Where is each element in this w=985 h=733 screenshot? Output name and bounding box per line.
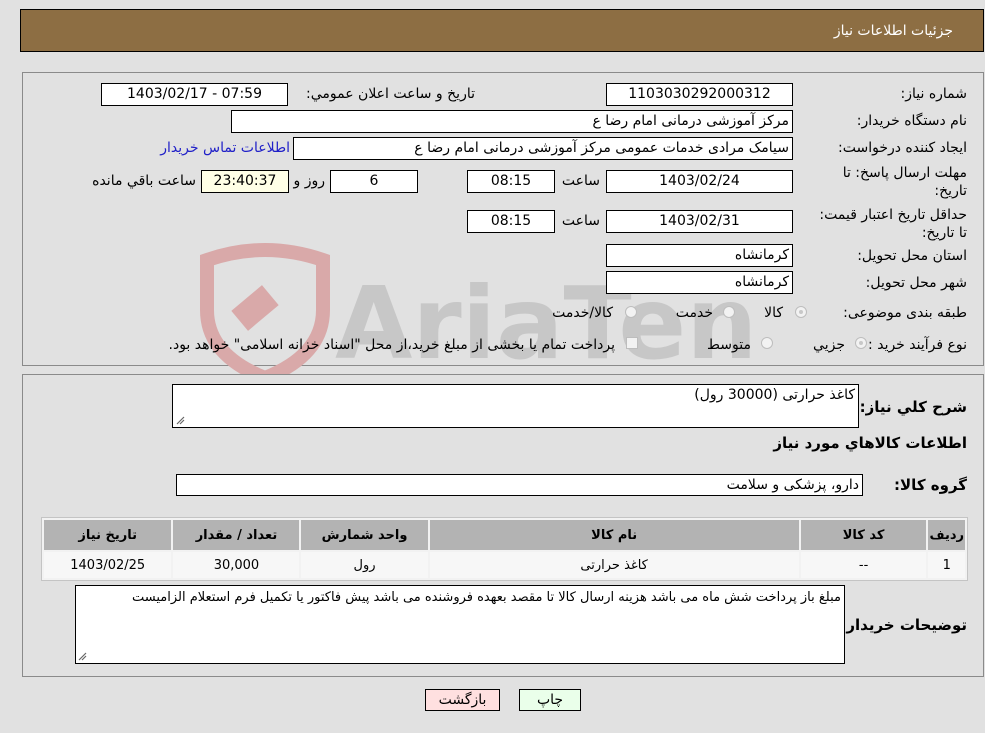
resize-handle-icon[interactable] bbox=[77, 651, 87, 661]
process-option-medium: متوسط bbox=[707, 337, 751, 353]
process-radio-minor[interactable] bbox=[855, 337, 867, 349]
reply-time-field: 08:15 bbox=[467, 170, 555, 193]
description-textarea[interactable]: کاغذ حرارتی (30000 رول) bbox=[172, 384, 859, 428]
reply-deadline-label: مهلت ارسال پاسخ: تا تاریخ: bbox=[842, 165, 967, 199]
col-code: کد کالا bbox=[800, 520, 927, 550]
goods-info-title: اطلاعات کالاهاي مورد نياز bbox=[773, 434, 967, 452]
days-label: روز و bbox=[293, 173, 326, 189]
category-option-goods-service: کالا/خدمت bbox=[552, 305, 613, 321]
category-option-service: خدمت bbox=[675, 305, 713, 321]
buyer-notes-text: مبلغ باز پرداخت شش ماه می باشد هزینه ارس… bbox=[131, 590, 841, 605]
price-validity-time-field: 08:15 bbox=[467, 210, 555, 233]
category-radio-goods[interactable] bbox=[795, 306, 807, 318]
reply-time-label: ساعت bbox=[561, 173, 600, 189]
treasury-note: پرداخت تمام یا بخشی از مبلغ خرید،از محل … bbox=[168, 337, 615, 353]
province-label: استان محل تحویل: bbox=[857, 248, 967, 264]
creator-field: سیامک مرادی خدمات عمومی مرکز آموزشی درما… bbox=[293, 137, 793, 160]
creator-label: ایجاد کننده درخواست: bbox=[838, 140, 967, 156]
category-option-goods: کالا bbox=[764, 305, 783, 321]
process-label: نوع فرآیند خرید : bbox=[868, 337, 967, 353]
table-header-row: رديف کد کالا نام کالا واحد شمارش تعداد /… bbox=[44, 520, 965, 550]
announce-field: 1403/02/17 - 07:59 bbox=[101, 83, 288, 106]
buyer-notes-textarea[interactable]: مبلغ باز پرداخت شش ماه می باشد هزینه ارس… bbox=[75, 585, 845, 664]
province-field: کرمانشاه bbox=[606, 244, 793, 267]
buyer-org-label: نام دستگاه خریدار: bbox=[856, 113, 967, 129]
reply-date-field: 1403/02/24 bbox=[606, 170, 793, 193]
cell-unit: رول bbox=[301, 552, 428, 578]
remaining-time-field: 23:40:37 bbox=[201, 170, 289, 193]
price-validity-time-label: ساعت bbox=[561, 213, 600, 229]
need-number-label: شماره نیاز: bbox=[900, 86, 968, 102]
process-radio-medium[interactable] bbox=[761, 337, 773, 349]
remaining-label: ساعت باقي مانده bbox=[92, 173, 196, 189]
description-label: شرح کلي نياز: bbox=[859, 398, 967, 416]
announce-label: تاريخ و ساعت اعلان عمومي: bbox=[306, 86, 475, 102]
category-label: طبقه بندی موضوعی: bbox=[843, 305, 967, 321]
cell-name: کاغذ حرارتی bbox=[429, 552, 799, 578]
items-table: رديف کد کالا نام کالا واحد شمارش تعداد /… bbox=[41, 517, 968, 581]
city-label: شهر محل تحویل: bbox=[865, 275, 967, 291]
back-button[interactable]: بازگشت bbox=[425, 689, 500, 711]
process-option-minor: جزيي bbox=[813, 337, 845, 353]
description-text: کاغذ حرارتی (30000 رول) bbox=[694, 387, 855, 403]
buyer-org-field: مرکز آموزشی درمانی امام رضا ع bbox=[231, 110, 793, 133]
col-date: تاریخ نیاز bbox=[44, 520, 172, 550]
table-row: 1 -- کاغذ حرارتی رول 30,000 1403/02/25 bbox=[44, 552, 965, 578]
cell-code: -- bbox=[800, 552, 927, 578]
col-name: نام کالا bbox=[429, 520, 799, 550]
cell-quantity: 30,000 bbox=[173, 552, 300, 578]
price-validity-date-field: 1403/02/31 bbox=[606, 210, 793, 233]
category-radio-service[interactable] bbox=[723, 306, 735, 318]
buyer-contact-link[interactable]: اطلاعات تماس خریدار bbox=[160, 140, 290, 156]
col-unit: واحد شمارش bbox=[301, 520, 428, 550]
page-header: جزئیات اطلاعات نیاز bbox=[20, 9, 984, 52]
goods-group-label: گروه کالا: bbox=[894, 476, 967, 494]
page-title: جزئیات اطلاعات نیاز bbox=[833, 23, 953, 39]
buyer-notes-label: توضیحات خریدار: bbox=[840, 616, 967, 634]
cell-row: 1 bbox=[928, 552, 965, 578]
days-field: 6 bbox=[330, 170, 418, 193]
print-button[interactable]: چاپ bbox=[519, 689, 581, 711]
category-radio-goods-service[interactable] bbox=[625, 306, 637, 318]
treasury-checkbox[interactable] bbox=[626, 337, 638, 349]
city-field: کرمانشاه bbox=[606, 271, 793, 294]
cell-date: 1403/02/25 bbox=[44, 552, 172, 578]
need-number-field: 1103030292000312 bbox=[606, 83, 793, 106]
col-row: رديف bbox=[928, 520, 965, 550]
goods-group-field: دارو، پزشکی و سلامت bbox=[176, 474, 863, 496]
resize-handle-icon[interactable] bbox=[175, 415, 185, 425]
price-validity-label: حداقل تاریخ اعتبار قیمت: تا تاریخ: bbox=[819, 207, 967, 241]
col-quantity: تعداد / مقدار bbox=[173, 520, 300, 550]
